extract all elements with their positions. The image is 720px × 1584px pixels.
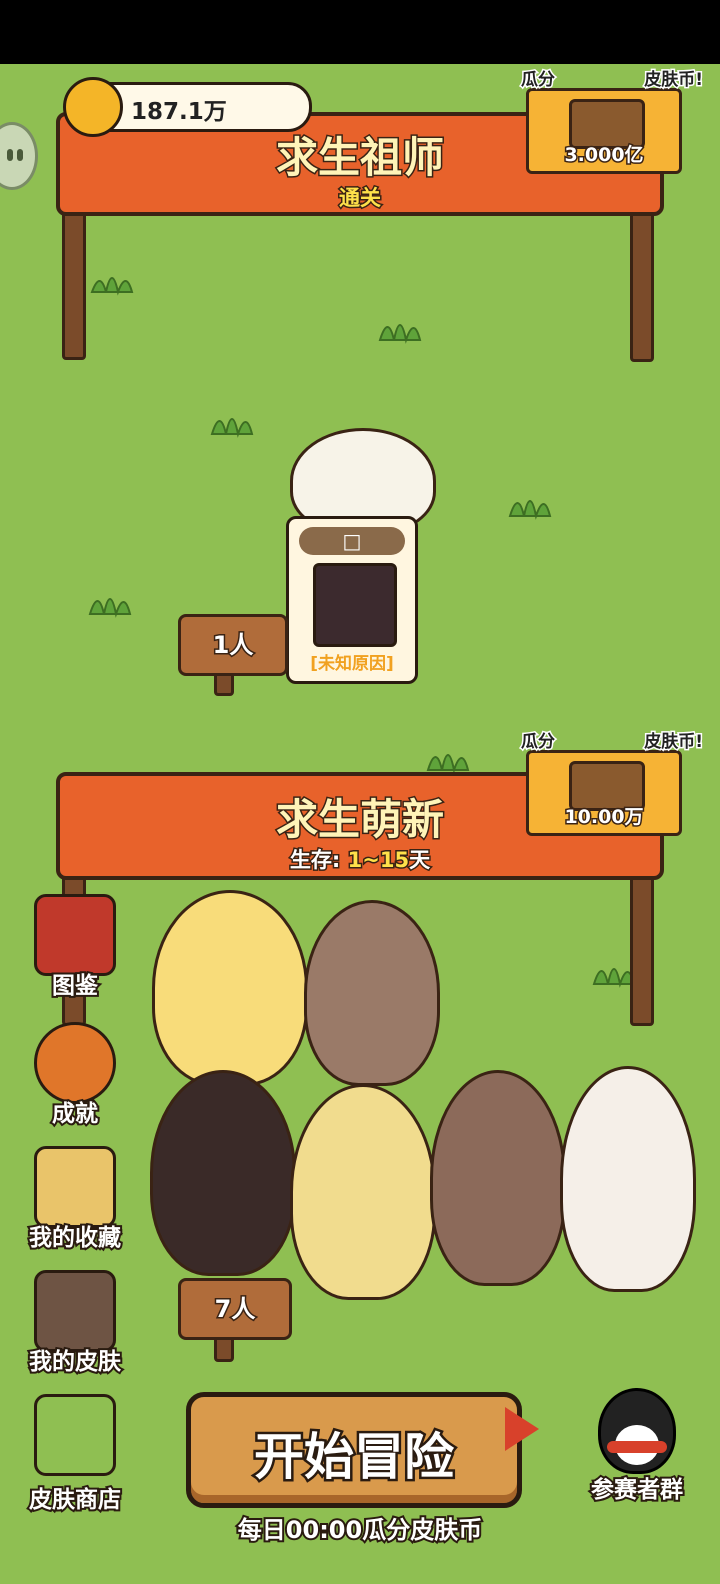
subtitle-suffix: 天 (408, 847, 432, 874)
side-label-book: 图鉴 (50, 971, 100, 1001)
penguin-icon (598, 1388, 676, 1474)
character-white-bunny (560, 1066, 696, 1292)
coin-icon (63, 77, 123, 137)
top-reward-label-left: 瓜分 (520, 69, 557, 92)
bottom-banner-subtitle: 生存: 1~15天 (60, 844, 660, 874)
bottom-reward-chest[interactable]: 瓜分 皮肤币! 10.00万 (520, 731, 704, 836)
card-header: □ (299, 527, 405, 555)
currency-display: 187.1万 (63, 77, 312, 137)
shirt-icon (34, 1270, 116, 1352)
participants-group-label: 参赛者群 (589, 1475, 685, 1505)
side-item-collection-book[interactable]: 图鉴 (10, 894, 140, 1001)
flag-icon (505, 1407, 539, 1451)
currency-amount: 187.1万 (131, 99, 227, 125)
side-label-achievements: 成就 (50, 1099, 100, 1129)
book-icon (34, 894, 116, 976)
bottom-reward-label-right: 皮肤币! (643, 731, 705, 754)
banner-post-right (630, 196, 654, 362)
top-banner-subtitle: 通关 (338, 185, 383, 212)
bottom-reward-label-left: 瓜分 (520, 731, 557, 754)
top-reward-amount: 3.000亿 (563, 143, 645, 168)
sign-count-1: 1人 (178, 614, 288, 676)
start-adventure-button[interactable]: 开始冒险 (186, 1392, 539, 1508)
subtitle-range: 1~15 (346, 847, 410, 874)
sign-count-2: 7人 (178, 1278, 292, 1340)
character-brown-hair (304, 900, 440, 1086)
bottom-reward-amount: 10.00万 (563, 805, 645, 830)
character-blue-flower (290, 1084, 436, 1300)
side-item-achievements[interactable]: 成就 (10, 1022, 140, 1129)
start-adventure-label: 开始冒险 (252, 1426, 457, 1489)
top-reward-label-right: 皮肤币! (643, 69, 705, 92)
death-card: □ [未知原因] (286, 516, 418, 684)
chest-icon (34, 1146, 116, 1228)
medal-icon (34, 1022, 116, 1104)
cart-icon (34, 1394, 116, 1476)
participants-group-button[interactable]: 参赛者群 (572, 1388, 702, 1505)
top-reward-chest[interactable]: 瓜分 皮肤币! 3.000亿 (520, 69, 704, 174)
side-label-collection: 我的收藏 (27, 1223, 123, 1253)
banner-post-left (62, 196, 86, 360)
character-dark-hair (150, 1070, 296, 1276)
banner2-post-right (630, 860, 654, 1026)
subtitle-prefix: 生存: (288, 847, 341, 874)
side-item-my-collection[interactable]: 我的收藏 (10, 1146, 140, 1253)
card-portrait (313, 563, 397, 647)
skin-shop-button[interactable]: 皮肤商店 (10, 1394, 140, 1515)
side-label-skins: 我的皮肤 (27, 1347, 123, 1377)
character-brown-hair-2 (430, 1070, 566, 1286)
card-caption: [未知原因] (310, 654, 394, 674)
side-item-my-skins[interactable]: 我的皮肤 (10, 1270, 140, 1377)
skin-shop-label: 皮肤商店 (27, 1485, 123, 1515)
character-blonde-egg (152, 890, 308, 1086)
footer-note: 每日00:00瓜分皮肤币 (236, 1514, 484, 1546)
